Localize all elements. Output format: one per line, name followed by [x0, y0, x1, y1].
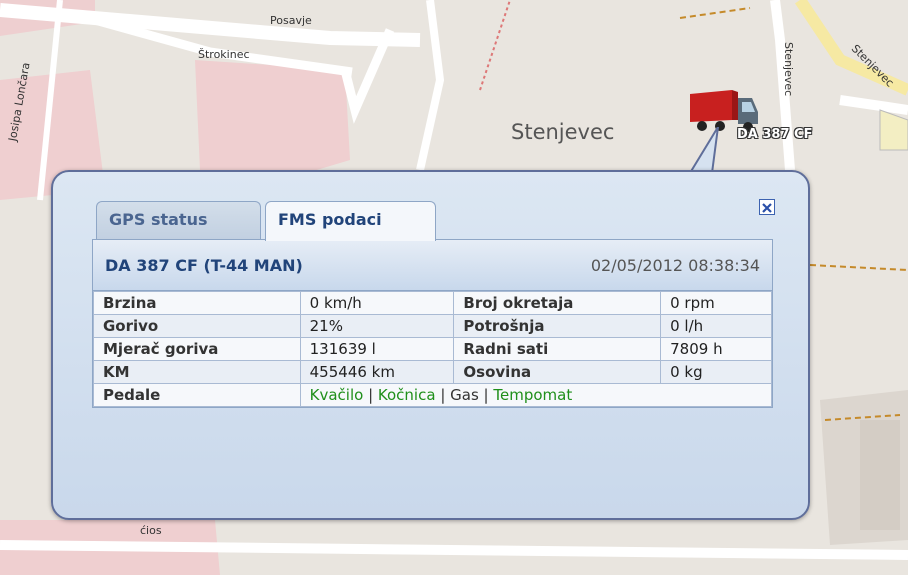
panel-header: DA 387 CF (T-44 MAN) 02/05/2012 08:38:34 — [93, 240, 772, 291]
row-label: Gorivo — [93, 314, 301, 338]
row-value: 0 kg — [660, 360, 772, 384]
table-row-pedals: Pedale Kvačilo | Kočnica | Gas | Tempoma… — [93, 383, 773, 407]
pedal-separator: | — [478, 386, 494, 404]
tab-fms-podaci[interactable]: FMS podaci — [265, 201, 436, 241]
street-label-posavje: Posavje — [270, 14, 312, 27]
fms-panel: DA 387 CF (T-44 MAN) 02/05/2012 08:38:34… — [92, 239, 773, 408]
pedal-kočnica: Kočnica — [377, 386, 436, 404]
tab-gps-status[interactable]: GPS status — [96, 201, 261, 239]
vehicle-label[interactable]: DA 387 CF — [737, 127, 812, 142]
street-label-cios: ćios — [140, 524, 162, 537]
fms-data-table: Brzina 0 km/h Broj okretaja 0 rpm Gorivo… — [93, 291, 773, 407]
pedal-gas: Gas — [450, 386, 479, 404]
row-label: Broj okretaja — [453, 291, 662, 315]
close-icon[interactable] — [759, 199, 775, 215]
row-value: 131639 l — [299, 337, 455, 361]
row-value: 455446 km — [299, 360, 455, 384]
vehicle-title: DA 387 CF (T-44 MAN) — [105, 256, 303, 275]
pedal-separator: | — [435, 386, 451, 404]
pedals-status: Kvačilo | Kočnica | Gas | Tempomat — [299, 383, 773, 407]
row-label: Osovina — [453, 360, 662, 384]
row-value: 0 l/h — [660, 314, 772, 338]
row-label: KM — [93, 360, 301, 384]
pedals-label: Pedale — [93, 383, 301, 407]
timestamp: 02/05/2012 08:38:34 — [590, 256, 760, 275]
street-label-stenjevec-vertical: Stenjevec — [782, 42, 795, 97]
row-label: Brzina — [93, 291, 301, 315]
row-value: 0 rpm — [660, 291, 772, 315]
row-value: 7809 h — [660, 337, 772, 361]
table-row: Gorivo 21% Potrošnja 0 l/h — [93, 314, 772, 338]
table-row: KM 455446 km Osovina 0 kg — [93, 360, 772, 384]
row-label: Mjerač goriva — [93, 337, 301, 361]
row-value: 21% — [299, 314, 455, 338]
popup-pointer — [688, 127, 719, 174]
pedal-kvačilo: Kvačilo — [309, 386, 364, 404]
row-value: 0 km/h — [299, 291, 455, 315]
row-label: Radni sati — [453, 337, 662, 361]
vehicle-info-popup: GPS status FMS podaci DA 387 CF (T-44 MA… — [51, 170, 810, 520]
table-row: Mjerač goriva 131639 l Radni sati 7809 h — [93, 337, 772, 361]
row-label: Potrošnja — [453, 314, 662, 338]
street-label-strokinec: Štrokinec — [198, 48, 250, 61]
place-label: Stenjevec — [511, 120, 615, 144]
pedal-separator: | — [363, 386, 378, 404]
pedal-tempomat: Tempomat — [493, 386, 573, 404]
table-row: Brzina 0 km/h Broj okretaja 0 rpm — [93, 291, 772, 315]
